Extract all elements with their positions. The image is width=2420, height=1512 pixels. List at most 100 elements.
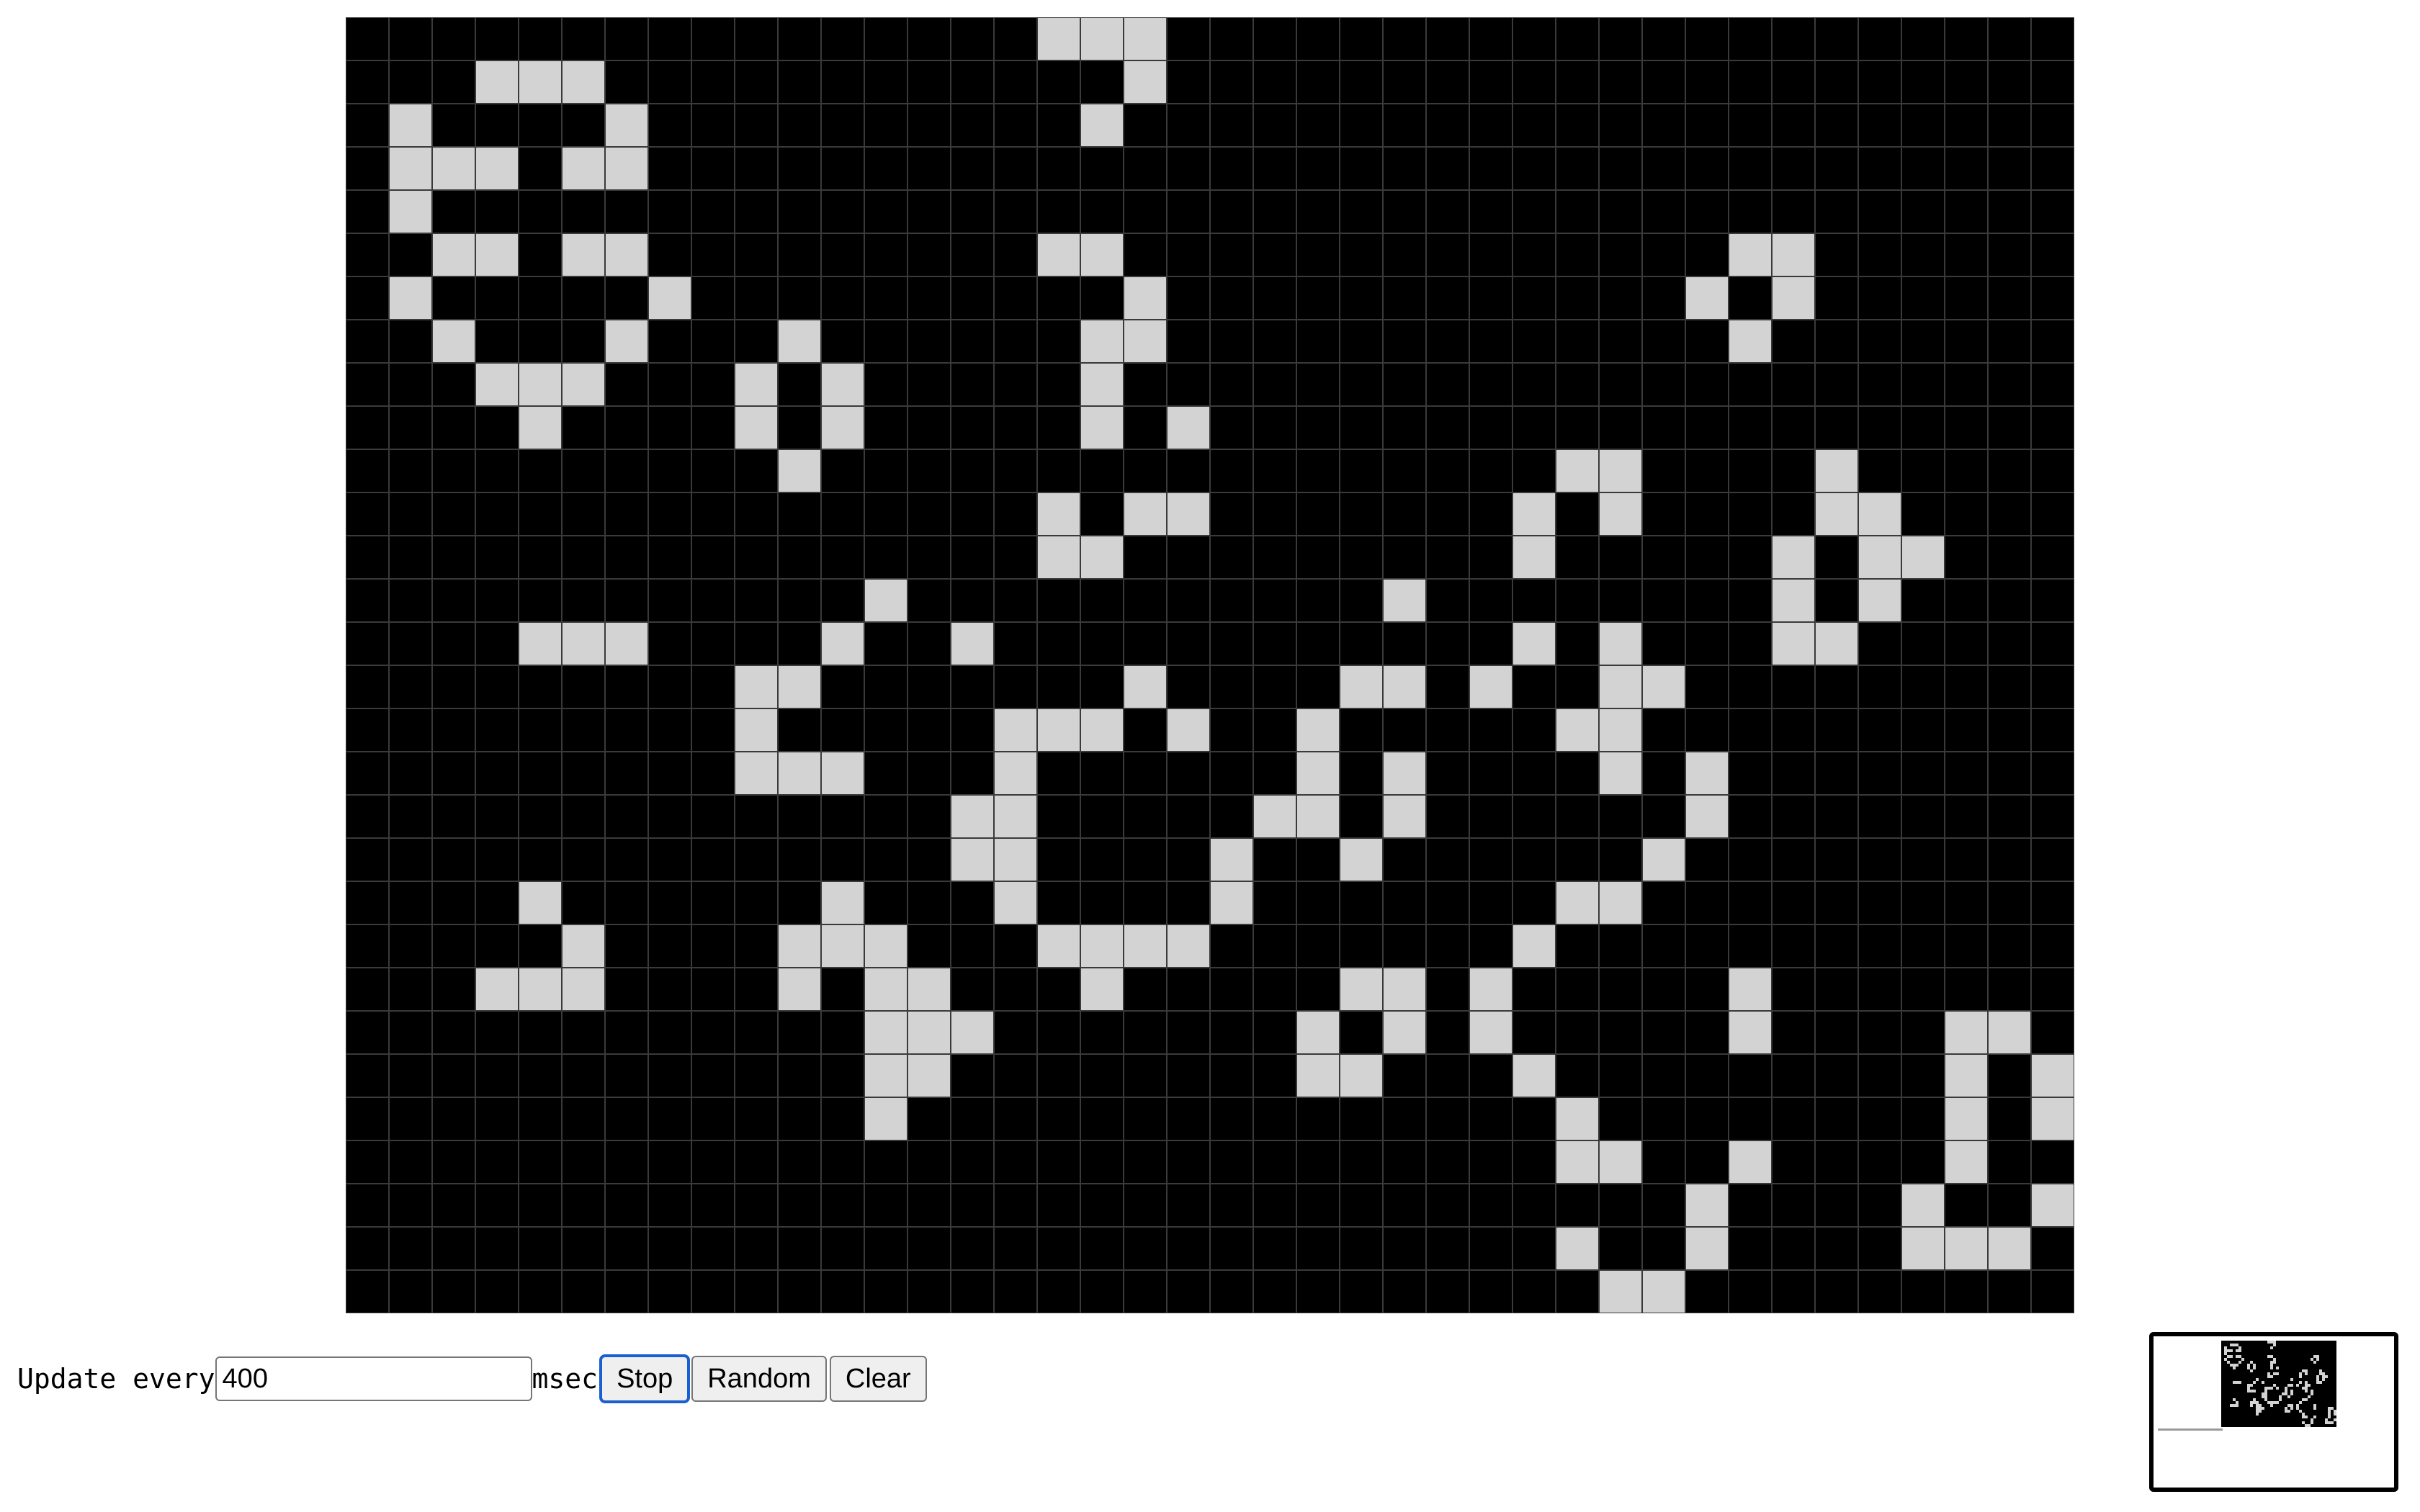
- live-cell[interactable]: [389, 276, 432, 320]
- live-cell[interactable]: [1037, 17, 1080, 60]
- live-cell[interactable]: [519, 406, 562, 449]
- live-cell[interactable]: [1296, 752, 1340, 795]
- live-cell[interactable]: [1858, 579, 1901, 622]
- live-cell[interactable]: [1167, 708, 1210, 752]
- live-cell[interactable]: [1469, 968, 1512, 1011]
- live-cell[interactable]: [994, 838, 1037, 881]
- live-cell[interactable]: [1124, 492, 1167, 536]
- live-cell[interactable]: [1815, 622, 1858, 665]
- live-cell[interactable]: [1340, 1054, 1383, 1097]
- live-cell[interactable]: [1599, 492, 1642, 536]
- live-cell[interactable]: [1599, 752, 1642, 795]
- live-cell[interactable]: [821, 924, 864, 968]
- live-cell[interactable]: [1729, 233, 1772, 276]
- live-cell[interactable]: [778, 924, 821, 968]
- live-cell[interactable]: [864, 924, 908, 968]
- live-cell[interactable]: [1729, 968, 1772, 1011]
- live-cell[interactable]: [864, 1054, 908, 1097]
- live-cell[interactable]: [432, 320, 475, 363]
- live-cell[interactable]: [562, 147, 605, 190]
- live-cell[interactable]: [1080, 968, 1124, 1011]
- live-cell[interactable]: [1772, 579, 1815, 622]
- live-cell[interactable]: [1037, 233, 1080, 276]
- live-cell[interactable]: [1080, 924, 1124, 968]
- live-cell[interactable]: [562, 363, 605, 406]
- live-cell[interactable]: [864, 1097, 908, 1140]
- live-cell[interactable]: [778, 665, 821, 708]
- live-cell[interactable]: [605, 320, 648, 363]
- live-cell[interactable]: [1685, 1227, 1729, 1270]
- live-cell[interactable]: [1512, 536, 1556, 579]
- live-cell[interactable]: [1901, 536, 1945, 579]
- live-cell[interactable]: [519, 622, 562, 665]
- clear-button[interactable]: Clear: [829, 1356, 927, 1402]
- live-cell[interactable]: [908, 1011, 951, 1054]
- live-cell[interactable]: [1556, 1227, 1599, 1270]
- live-cell[interactable]: [1037, 924, 1080, 968]
- live-cell[interactable]: [864, 968, 908, 1011]
- live-cell[interactable]: [519, 968, 562, 1011]
- live-cell[interactable]: [778, 320, 821, 363]
- live-cell[interactable]: [1383, 752, 1426, 795]
- live-cell[interactable]: [1556, 708, 1599, 752]
- live-cell[interactable]: [519, 881, 562, 924]
- live-cell[interactable]: [1124, 276, 1167, 320]
- page-thumbnail[interactable]: [2149, 1332, 2398, 1492]
- live-cell[interactable]: [1512, 1054, 1556, 1097]
- live-cell[interactable]: [735, 708, 778, 752]
- live-cell[interactable]: [994, 752, 1037, 795]
- live-cell[interactable]: [1469, 665, 1512, 708]
- live-cell[interactable]: [1383, 1011, 1426, 1054]
- live-cell[interactable]: [1469, 1011, 1512, 1054]
- live-cell[interactable]: [1080, 17, 1124, 60]
- live-cell[interactable]: [821, 406, 864, 449]
- live-cell[interactable]: [389, 147, 432, 190]
- live-cell[interactable]: [994, 881, 1037, 924]
- live-cell[interactable]: [821, 622, 864, 665]
- live-cell[interactable]: [2031, 1184, 2074, 1227]
- live-cell[interactable]: [1167, 924, 1210, 968]
- live-cell[interactable]: [648, 276, 691, 320]
- live-cell[interactable]: [821, 881, 864, 924]
- live-cell[interactable]: [1685, 752, 1729, 795]
- live-cell[interactable]: [1642, 665, 1685, 708]
- live-cell[interactable]: [1858, 536, 1901, 579]
- live-cell[interactable]: [475, 363, 519, 406]
- live-cell[interactable]: [1599, 881, 1642, 924]
- live-cell[interactable]: [1124, 924, 1167, 968]
- live-cell[interactable]: [1556, 449, 1599, 492]
- live-cell[interactable]: [1167, 406, 1210, 449]
- live-cell[interactable]: [1037, 492, 1080, 536]
- live-cell[interactable]: [1988, 1011, 2031, 1054]
- live-cell[interactable]: [1080, 536, 1124, 579]
- live-cell[interactable]: [1901, 1227, 1945, 1270]
- live-cell[interactable]: [908, 1054, 951, 1097]
- live-cell[interactable]: [1080, 406, 1124, 449]
- live-cell[interactable]: [475, 968, 519, 1011]
- live-cell[interactable]: [735, 363, 778, 406]
- live-cell[interactable]: [1512, 622, 1556, 665]
- live-cell[interactable]: [1815, 492, 1858, 536]
- live-cell[interactable]: [1512, 492, 1556, 536]
- live-cell[interactable]: [1772, 536, 1815, 579]
- live-cell[interactable]: [1124, 320, 1167, 363]
- live-cell[interactable]: [1383, 579, 1426, 622]
- live-cell[interactable]: [1124, 60, 1167, 104]
- live-cell[interactable]: [1383, 795, 1426, 838]
- live-cell[interactable]: [1599, 449, 1642, 492]
- live-cell[interactable]: [1383, 968, 1426, 1011]
- live-cell[interactable]: [475, 233, 519, 276]
- live-cell[interactable]: [1124, 17, 1167, 60]
- live-cell[interactable]: [1772, 622, 1815, 665]
- live-cell[interactable]: [432, 233, 475, 276]
- live-cell[interactable]: [475, 60, 519, 104]
- live-cell[interactable]: [1599, 665, 1642, 708]
- stop-button[interactable]: Stop: [599, 1354, 691, 1403]
- live-cell[interactable]: [778, 449, 821, 492]
- live-cell[interactable]: [1210, 881, 1253, 924]
- live-cell[interactable]: [605, 104, 648, 147]
- live-cell[interactable]: [1945, 1140, 1988, 1184]
- live-cell[interactable]: [1124, 665, 1167, 708]
- live-cell[interactable]: [1945, 1011, 1988, 1054]
- random-button[interactable]: Random: [691, 1356, 827, 1402]
